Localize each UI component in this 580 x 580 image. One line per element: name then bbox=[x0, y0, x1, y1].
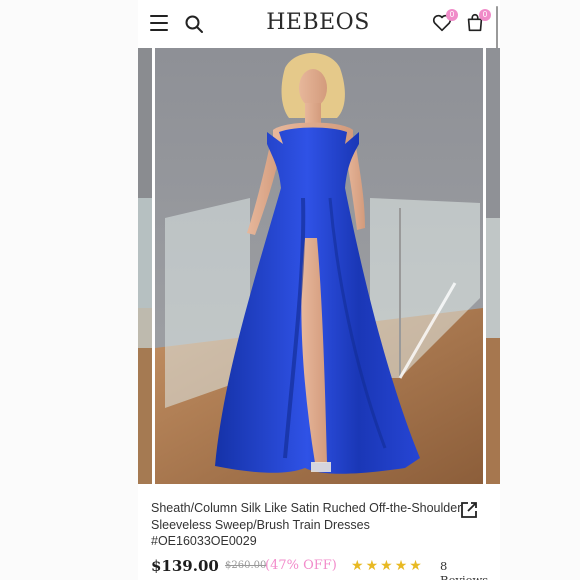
star-icon: ★ bbox=[365, 557, 381, 573]
wishlist-button[interactable]: 0 bbox=[431, 9, 458, 34]
brand-logo[interactable]: HEBEOS bbox=[258, 10, 378, 35]
product-sku: #OE16033OE0029 bbox=[151, 534, 257, 548]
search-icon[interactable] bbox=[184, 14, 204, 34]
product-photo[interactable] bbox=[155, 48, 483, 484]
star-icon: ★ bbox=[351, 557, 366, 573]
wishlist-count-badge: 0 bbox=[446, 9, 458, 21]
image-carousel[interactable] bbox=[138, 48, 500, 484]
star-icon: ★ bbox=[394, 557, 410, 573]
star-icon: ★ bbox=[409, 557, 424, 573]
product-title: Sheath/Column Silk Like Satin Ruched Off… bbox=[151, 500, 469, 550]
star-icon: ★ bbox=[380, 557, 395, 573]
product-page: HEBEOS 0 0 Sheath/Column Silk Like Satin… bbox=[138, 0, 500, 580]
previous-slide-peek[interactable] bbox=[138, 48, 152, 484]
share-button[interactable] bbox=[459, 500, 479, 520]
rating-stars[interactable]: ★★★★★ bbox=[351, 557, 424, 574]
product-title-line-1: Sheath/Column Silk Like Satin Ruched Off… bbox=[151, 501, 462, 515]
discount-label: (47% OFF) bbox=[265, 558, 337, 573]
price-row: $139.00 $260.00 (47% OFF) ★★★★★ 8 Review… bbox=[151, 557, 496, 580]
share-icon bbox=[461, 502, 477, 518]
product-title-line-2: Sleeveless Sweep/Brush Train Dresses bbox=[151, 517, 370, 532]
next-slide-peek[interactable] bbox=[486, 48, 500, 484]
menu-icon[interactable] bbox=[150, 15, 168, 31]
reviews-link[interactable]: 8 Reviews bbox=[440, 559, 496, 580]
current-price: $139.00 bbox=[151, 557, 219, 575]
cart-button[interactable]: 0 bbox=[464, 9, 491, 34]
cart-count-badge: 0 bbox=[479, 9, 491, 21]
top-header: HEBEOS 0 0 bbox=[138, 0, 500, 102]
original-price: $260.00 bbox=[225, 560, 267, 571]
